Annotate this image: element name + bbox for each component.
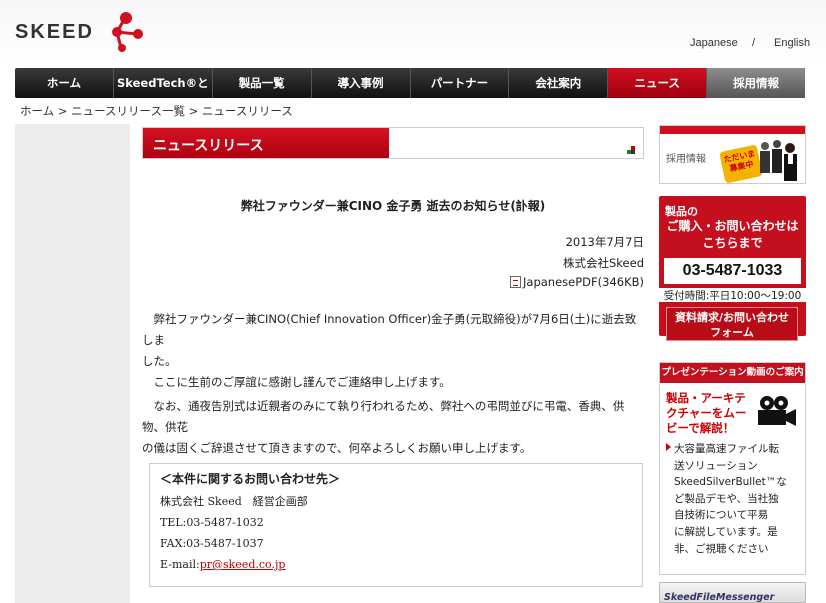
- article-line: なお、通夜告別式は近親者のみにて執り行われるため、弊社への弔問並びに弔電、香典、…: [142, 399, 625, 434]
- nav-news[interactable]: ニュース: [608, 68, 708, 98]
- nav-case-studies[interactable]: 導入事例: [312, 68, 411, 98]
- article-date: 2013年7月7日: [565, 235, 644, 249]
- email-link[interactable]: pr@skeed.co.jp: [200, 558, 286, 571]
- skeedfilemessenger-banner[interactable]: SkeedFileMessenger: [659, 582, 806, 603]
- presentation-desc-line: に解説しています。是: [674, 525, 778, 538]
- presentation-title: 製品・アーキテ クチャーをムー ビーで解説！: [666, 391, 746, 436]
- contact-email-row: E-mail:pr@skeed.co.jp: [160, 554, 632, 575]
- presentation-title-line: 製品・アーキテ: [666, 391, 746, 405]
- section-title: ニュースリリース: [153, 138, 264, 154]
- article-paragraph-2: なお、通夜告別式は近親者のみにて執り行われるため、弊社への弔問並びに弔電、香典、…: [142, 396, 644, 459]
- article-line: した。: [142, 354, 177, 368]
- inquiry-line1: 製品の: [665, 205, 698, 218]
- inquiry-button-line2: フォーム: [710, 326, 754, 339]
- presentation-title-line: クチャーをムー: [666, 406, 747, 420]
- presentation-desc-line: 自技術について平易: [674, 509, 769, 522]
- bullet-arrow-icon: [666, 443, 671, 451]
- recruit-banner[interactable]: 採用情報 ただいま募集中: [659, 125, 806, 184]
- site-logo[interactable]: SKEED: [15, 10, 143, 54]
- inquiry-form-button[interactable]: 資料請求/お問い合わせ フォーム: [666, 307, 798, 341]
- presentation-heading: プレゼンテーション動画のご案内: [660, 363, 805, 383]
- nav-products[interactable]: 製品一覧: [213, 68, 312, 98]
- left-column: [15, 124, 130, 603]
- inquiry-hours: 受付時間:平日10:00～19:00: [659, 288, 806, 302]
- article-paragraph-1: 弊社ファウンダー兼CINO(Chief Innovation Officer)金…: [142, 309, 644, 393]
- article-line: の儀は固くご辞退させて頂きますので、何卒よろしくお願い申し上げます。: [142, 441, 532, 455]
- logo-text: SKEED: [15, 20, 94, 43]
- section-header: ニュースリリース: [142, 127, 644, 159]
- contact-fax: FAX:03-5487-1037: [160, 537, 264, 550]
- recruit-label: 採用情報: [666, 154, 706, 165]
- presentation-description: 大容量高速ファイル転 送ソリューション SkeedSilverBullet™な …: [674, 441, 802, 557]
- inquiry-button-line1: 資料請求/お問い合わせ: [674, 311, 790, 324]
- article-line: ここに生前のご厚誼に感謝し謹んでご連絡申し上げます。: [142, 375, 451, 389]
- presentation-desc-line: 非、ご視聴ください: [674, 542, 769, 555]
- banner-label: SkeedFileMessenger: [664, 592, 775, 603]
- nav-home[interactable]: ホーム: [15, 68, 114, 98]
- inquiry-heading: ご購入・お問い合わせは こちらまで: [659, 218, 806, 252]
- main-content: ニュースリリース 弊社ファウンダー兼CINO 金子勇 逝去のお知らせ(訃報) 2…: [142, 127, 644, 587]
- video-camera-icon: [758, 396, 796, 426]
- article-company: 株式会社Skeed: [563, 256, 644, 270]
- breadcrumb: ホーム > ニュースリリース一覧 > ニュースリリース: [20, 104, 293, 118]
- article-title: 弊社ファウンダー兼CINO 金子勇 逝去のお知らせ(訃報): [240, 199, 546, 213]
- nav-company[interactable]: 会社案内: [509, 68, 609, 98]
- inquiry-line3: こちらまで: [702, 236, 763, 250]
- presentation-desc-line: 大容量高速ファイル転: [674, 443, 779, 455]
- pdf-link[interactable]: JapanesePDF(346KB): [510, 275, 644, 289]
- nav-partners[interactable]: パートナー: [411, 68, 510, 98]
- pdf-file-icon: [510, 276, 522, 288]
- presentation-desc-line: 送ソリューション: [674, 459, 758, 472]
- lang-english-link[interactable]: English: [774, 37, 810, 49]
- presentation-desc-line: ど製品デモや、当社独: [674, 492, 779, 505]
- global-nav: ホーム SkeedTech®とは 製品一覧 導入事例 パートナー 会社案内 ニュ…: [15, 68, 805, 120]
- presentation-video-panel[interactable]: プレゼンテーション動画のご案内 製品・アーキテ クチャーをムー ビーで解説！ 大…: [659, 362, 806, 575]
- business-people-icon: [760, 140, 797, 181]
- presentation-title-line: ビーで解説！: [666, 421, 735, 435]
- contact-company: 株式会社 Skeed 経営企画部: [160, 495, 308, 508]
- inquiry-phone: 03-5487-1033: [664, 258, 801, 284]
- nav-recruit[interactable]: 採用情報: [707, 68, 805, 98]
- email-label: E-mail:: [160, 558, 200, 571]
- contact-heading: ＜本件に関するお問い合わせ先＞: [160, 472, 341, 486]
- lang-japanese-link[interactable]: Japanese: [690, 37, 738, 49]
- corner-squares-icon: [627, 146, 635, 154]
- recruit-banner-bar: [660, 126, 805, 134]
- nav-skeedtech[interactable]: SkeedTech®とは: [114, 68, 213, 120]
- site-header: SKEED Japanese / English: [0, 0, 826, 66]
- pdf-link-label: JapanesePDF(346KB): [523, 275, 644, 289]
- contact-box: ＜本件に関するお問い合わせ先＞ 株式会社 Skeed 経営企画部 TEL:03-…: [149, 463, 643, 587]
- inquiry-panel: 製品の ご購入・お問い合わせは こちらまで 03-5487-1033 受付時間:…: [659, 196, 806, 341]
- contact-tel: TEL:03-5487-1032: [160, 516, 264, 529]
- molecule-logo-icon: [112, 12, 143, 52]
- lang-separator: /: [752, 37, 756, 49]
- article-line: 弊社ファウンダー兼CINO(Chief Innovation Officer)金…: [142, 312, 637, 347]
- inquiry-line2: ご購入・お問い合わせは: [666, 219, 799, 233]
- presentation-desc-line: SkeedSilverBullet™な: [674, 476, 787, 489]
